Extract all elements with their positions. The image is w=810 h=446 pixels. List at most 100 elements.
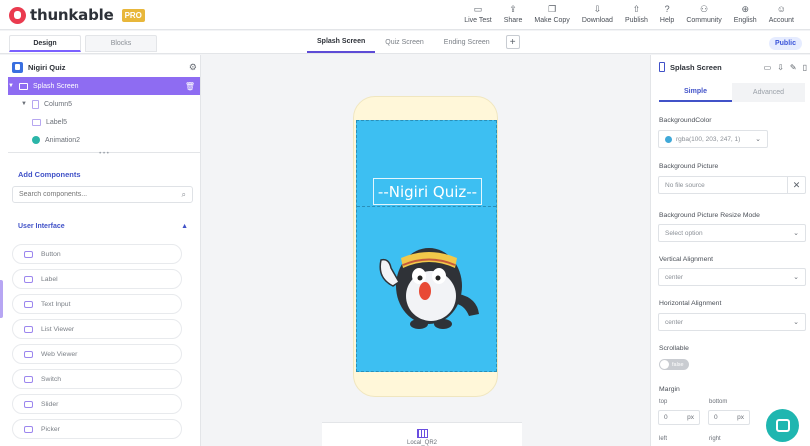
- phone-preview: --Nigiri Quiz--: [353, 96, 498, 397]
- editor-bar: Design Blocks Splash Screen Quiz Screen …: [0, 31, 810, 54]
- label-icon: [24, 275, 33, 283]
- tab-simple[interactable]: Simple: [659, 83, 732, 102]
- component-search[interactable]: ⌕: [12, 186, 193, 203]
- margin-bottom-label: bottom: [709, 399, 728, 405]
- support-chat-button[interactable]: [766, 409, 799, 442]
- horizontal-alignment-select[interactable]: center ⌄: [658, 313, 806, 331]
- slider-icon: [24, 400, 33, 408]
- tree-item-animation2[interactable]: Animation2: [8, 131, 200, 149]
- component-label: Button: [41, 250, 61, 258]
- tab-ending-screen[interactable]: Ending Screen: [434, 31, 500, 53]
- nav-help[interactable]: ? Help: [654, 4, 680, 24]
- vertical-alignment-label: Vertical Alignment: [659, 256, 714, 263]
- top-nav: ▭ Live Test ⇪ Share ❐ Make Copy ⇩ Download ⇧ Publ…: [458, 4, 800, 24]
- settings-gear-icon[interactable]: ⚙: [189, 62, 197, 73]
- brand-logo[interactable]: thunkable PRO: [9, 6, 145, 24]
- resize-mode-select[interactable]: Select option ⌄: [658, 224, 806, 242]
- download-icon[interactable]: ⇩: [777, 63, 784, 72]
- nav-live-test[interactable]: ▭ Live Test: [458, 4, 498, 24]
- clear-close-icon[interactable]: ✕: [787, 177, 805, 193]
- edit-pencil-icon[interactable]: ✎: [790, 63, 797, 72]
- margin-left-label: left: [659, 436, 668, 442]
- tab-quiz-screen[interactable]: Quiz Screen: [375, 31, 434, 53]
- panel-resize-handle[interactable]: • • •: [8, 151, 200, 157]
- nav-download[interactable]: ⇩ Download: [576, 4, 619, 24]
- nav-label: Account: [768, 17, 794, 24]
- component-list-viewer[interactable]: List Viewer: [12, 319, 182, 339]
- phone-icon: [659, 62, 665, 72]
- scrollable-toggle[interactable]: false: [659, 359, 689, 370]
- component-picker[interactable]: Picker: [12, 419, 182, 439]
- component-switch[interactable]: Switch: [12, 369, 182, 389]
- caret-down-icon[interactable]: ▼: [8, 83, 14, 89]
- chevron-down-icon: ⌄: [793, 319, 799, 326]
- picker-icon: [24, 425, 33, 433]
- tab-splash-screen[interactable]: Splash Screen: [307, 31, 376, 53]
- component-web-viewer[interactable]: Web Viewer: [12, 344, 182, 364]
- nav-account[interactable]: ☺ Account: [763, 4, 800, 24]
- nav-label: Live Test: [464, 17, 492, 24]
- screen-icon: [19, 82, 28, 90]
- component-button[interactable]: Button: [12, 244, 182, 264]
- toggle-knob: [660, 360, 669, 369]
- account-icon: ☺: [776, 4, 786, 14]
- animation-icon: [32, 136, 40, 144]
- background-picture-value: No file source: [665, 181, 705, 189]
- nav-label: Share: [503, 17, 523, 24]
- tree-item-splash-screen[interactable]: ▼ Splash Screen 🗑: [8, 77, 200, 95]
- bottom-navigator[interactable]: Local_QR2: [322, 422, 522, 446]
- live-test-icon: ▭: [473, 4, 483, 14]
- nav-english[interactable]: ⊕ English: [728, 4, 763, 24]
- properties-toolbar: ▭ ⇩ ✎ ▯: [764, 63, 807, 72]
- nav-share[interactable]: ⇪ Share: [498, 4, 529, 24]
- trash-icon[interactable]: ▯: [803, 63, 807, 72]
- search-input[interactable]: [19, 191, 182, 198]
- help-icon: ?: [664, 4, 670, 14]
- section-user-interface[interactable]: User Interface ▲: [18, 223, 188, 230]
- component-slider[interactable]: Slider: [12, 394, 182, 414]
- folder-icon[interactable]: ▭: [764, 63, 772, 72]
- margin-top-input[interactable]: 0 px: [658, 410, 700, 425]
- nav-publish[interactable]: ⇧ Publish: [619, 4, 654, 24]
- nav-label: Make Copy: [534, 17, 570, 24]
- margin-bottom-input[interactable]: 0 px: [708, 410, 750, 425]
- nigiri-mascot-animation[interactable]: [361, 224, 485, 332]
- search-icon: ⌕: [181, 189, 186, 199]
- tree-item-label5[interactable]: Label5: [8, 113, 200, 131]
- background-picture-field[interactable]: No file source ✕: [658, 176, 806, 194]
- add-screen-button[interactable]: +: [505, 35, 520, 49]
- vertical-alignment-select[interactable]: center ⌄: [658, 268, 806, 286]
- text-input-icon: [24, 300, 33, 308]
- tree-item-column5[interactable]: ▼ Column5: [8, 95, 200, 113]
- caret-down-icon[interactable]: ▼: [21, 101, 27, 107]
- background-color-picker[interactable]: rgba(100, 203, 247, 1) ⌄: [658, 130, 768, 148]
- nav-community[interactable]: ⚇ Community: [680, 4, 727, 24]
- component-tree: ▼ Splash Screen 🗑 ▼ Column5 Label5 Anima…: [8, 77, 200, 149]
- share-icon: ⇪: [509, 4, 517, 14]
- title-label[interactable]: --Nigiri Quiz--: [373, 178, 482, 205]
- component-text-input[interactable]: Text Input: [12, 294, 182, 314]
- tab-design[interactable]: Design: [9, 35, 81, 52]
- component-label: Web Viewer: [41, 350, 78, 358]
- public-button[interactable]: Public: [768, 37, 802, 50]
- nav-make-copy[interactable]: ❐ Make Copy: [528, 4, 575, 24]
- app-icon: [12, 61, 23, 73]
- label-icon: [32, 118, 41, 126]
- splash-screen-preview[interactable]: --Nigiri Quiz--: [356, 120, 497, 372]
- component-label[interactable]: Label: [12, 269, 182, 289]
- margin-bottom-unit: px: [737, 414, 744, 421]
- project-header: Nigiri Quiz ⚙: [12, 60, 197, 74]
- component-label: Switch: [41, 375, 62, 383]
- trash-icon[interactable]: 🗑: [185, 82, 195, 91]
- nav-label: Download: [581, 17, 613, 24]
- side-drawer-handle[interactable]: [0, 280, 3, 318]
- nav-label: Help: [659, 17, 675, 24]
- column-icon: [32, 99, 39, 109]
- properties-panel: Splash Screen ▭ ⇩ ✎ ▯ Simple Advanced Ba…: [650, 55, 810, 446]
- component-label: Label: [41, 275, 58, 283]
- nav-label: Publish: [624, 17, 648, 24]
- tree-item-label: Label5: [46, 118, 68, 126]
- margin-top-value: 0: [664, 414, 668, 421]
- tab-blocks[interactable]: Blocks: [85, 35, 157, 52]
- tab-advanced[interactable]: Advanced: [732, 83, 805, 102]
